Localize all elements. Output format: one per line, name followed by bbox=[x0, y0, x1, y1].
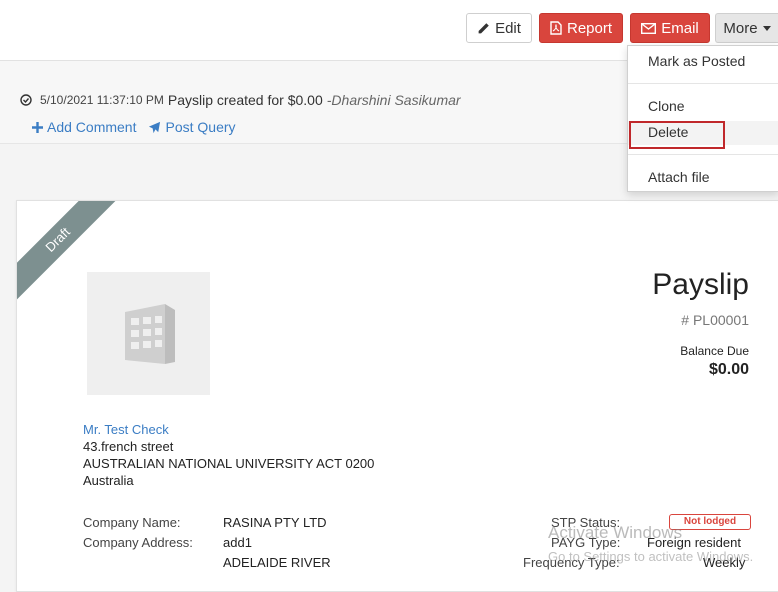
delete-highlight-box bbox=[629, 121, 725, 149]
add-comment-label: Add Comment bbox=[47, 119, 137, 135]
activity-message: Payslip created for $0.00 bbox=[167, 92, 323, 108]
payslip-details: Company Name: RASINA PTY LTD Company Add… bbox=[17, 201, 778, 591]
payg-type-label: PAYG Type: bbox=[551, 535, 621, 550]
menu-item-mark-as-posted[interactable]: Mark as Posted bbox=[628, 49, 778, 73]
paper-plane-icon bbox=[149, 121, 161, 133]
report-button[interactable]: Report bbox=[539, 13, 623, 43]
activity-actions: Add Comment Post Query bbox=[32, 119, 236, 135]
more-dropdown-button[interactable]: More bbox=[715, 13, 778, 43]
menu-divider bbox=[628, 83, 778, 84]
edit-button[interactable]: Edit bbox=[466, 13, 532, 43]
email-button[interactable]: Email bbox=[630, 13, 710, 43]
post-query-link[interactable]: Post Query bbox=[148, 119, 236, 135]
activity-timestamp: 5/10/2021 11:37:10 PM bbox=[40, 93, 164, 107]
add-comment-link[interactable]: Add Comment bbox=[32, 119, 136, 135]
more-dropdown-menu: Mark as Posted Clone Delete Attach file bbox=[627, 45, 778, 192]
menu-divider bbox=[628, 154, 778, 155]
post-query-label: Post Query bbox=[165, 119, 236, 135]
caret-down-icon bbox=[762, 25, 771, 31]
pdf-file-icon bbox=[550, 21, 562, 35]
activity-entry: 5/10/2021 11:37:10 PM Payslip created fo… bbox=[20, 92, 461, 108]
plus-icon bbox=[32, 121, 43, 133]
edit-button-label: Edit bbox=[495, 19, 521, 37]
frequency-type-value: Weekly bbox=[703, 555, 746, 570]
envelope-icon bbox=[641, 22, 657, 34]
status-badge: Not lodged bbox=[669, 514, 751, 530]
menu-item-clone[interactable]: Clone bbox=[628, 94, 778, 118]
payg-type-value: Foreign resident bbox=[647, 535, 741, 550]
company-name-label: Company Name: bbox=[83, 515, 181, 530]
check-circle-icon bbox=[20, 94, 32, 106]
more-button-label: More bbox=[723, 19, 758, 37]
pencil-icon bbox=[478, 22, 489, 33]
report-button-label: Report bbox=[566, 19, 613, 37]
activity-user: Dharshini Sasikumar bbox=[331, 92, 461, 108]
payslip-card: Draft Payslip # PL00001 Balance Due $0.0… bbox=[16, 200, 778, 592]
menu-item-attach-file[interactable]: Attach file bbox=[628, 165, 778, 189]
company-address-line: add1 bbox=[223, 535, 252, 550]
company-name-value: RASINA PTY LTD bbox=[223, 515, 327, 530]
company-address-line: ADELAIDE RIVER bbox=[223, 555, 331, 570]
email-button-label: Email bbox=[661, 19, 699, 37]
stp-status-label: STP Status: bbox=[551, 515, 621, 530]
company-address-label: Company Address: bbox=[83, 535, 193, 550]
frequency-type-label: Frequency Type: bbox=[523, 555, 620, 570]
